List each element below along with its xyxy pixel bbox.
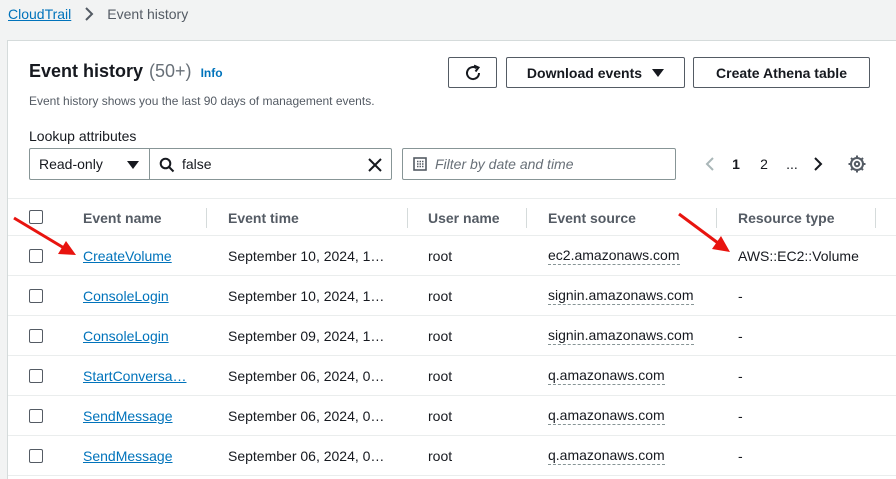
page-1[interactable]: 1 <box>722 156 750 172</box>
table-row[interactable]: ConsoleLogin September 09, 2024, 1… root… <box>8 316 896 356</box>
chevron-right-icon <box>81 6 97 22</box>
column-divider[interactable] <box>716 208 717 228</box>
breadcrumb: CloudTrail Event history <box>8 5 188 23</box>
event-name-link[interactable]: StartConversa… <box>83 368 186 384</box>
calendar-icon <box>413 157 427 174</box>
caret-down-icon <box>127 161 139 169</box>
page-2[interactable]: 2 <box>750 156 778 172</box>
user-name: root <box>428 328 453 344</box>
event-name-link[interactable]: SendMessage <box>83 408 173 424</box>
resource-type: - <box>738 328 743 344</box>
column-divider[interactable] <box>407 208 408 228</box>
date-filter-input[interactable]: Filter by date and time <box>402 148 676 180</box>
resource-type: AWS::EC2::Volume <box>738 248 859 264</box>
page-description: Event history shows you the last 90 days… <box>29 94 375 108</box>
refresh-button[interactable] <box>448 57 497 88</box>
page-title: Event history (50+) Info <box>29 61 223 82</box>
event-time: September 10, 2024, 1… <box>228 288 385 304</box>
resource-type: - <box>738 448 743 464</box>
event-time: September 06, 2024, 0… <box>228 368 385 384</box>
event-source[interactable]: signin.amazonaws.com <box>548 327 694 345</box>
row-checkbox[interactable] <box>29 449 43 463</box>
caret-down-icon <box>652 68 665 77</box>
resource-type: - <box>738 408 743 424</box>
table-row[interactable]: SendMessage September 06, 2024, 0… root … <box>8 436 896 476</box>
settings-gear-icon[interactable] <box>847 154 867 179</box>
table-row[interactable]: StartConversa… September 06, 2024, 0… ro… <box>8 356 896 396</box>
download-events-button[interactable]: Download events <box>506 57 685 88</box>
row-checkbox[interactable] <box>29 249 43 263</box>
lookup-value-text: false <box>182 156 212 172</box>
user-name: root <box>428 288 453 304</box>
col-resource-type[interactable]: Resource type <box>738 199 834 236</box>
event-time: September 09, 2024, 1… <box>228 328 385 344</box>
page-ellipsis: ... <box>786 156 798 172</box>
user-name: root <box>428 408 453 424</box>
info-link[interactable]: Info <box>201 66 223 80</box>
event-source[interactable]: ec2.amazonaws.com <box>548 247 680 265</box>
column-divider[interactable] <box>875 208 876 228</box>
event-time: September 10, 2024, 1… <box>228 248 385 264</box>
col-event-name[interactable]: Event name <box>83 199 162 236</box>
chevron-right-icon[interactable] <box>806 152 830 176</box>
event-name-link[interactable]: CreateVolume <box>83 248 172 264</box>
search-icon <box>159 157 175 176</box>
pagination: 1 2 ... <box>698 152 830 176</box>
row-checkbox[interactable] <box>29 329 43 343</box>
create-athena-table-button[interactable]: Create Athena table <box>693 57 870 88</box>
event-time: September 06, 2024, 0… <box>228 408 385 424</box>
lookup-value-input[interactable]: false <box>149 148 392 180</box>
user-name: root <box>428 368 453 384</box>
table-row[interactable]: CreateVolume September 10, 2024, 1… root… <box>8 236 896 276</box>
event-name-link[interactable]: ConsoleLogin <box>83 288 169 304</box>
chevron-left-icon[interactable] <box>698 152 722 176</box>
lookup-attributes-label: Lookup attributes <box>29 128 137 144</box>
event-source[interactable]: signin.amazonaws.com <box>548 287 694 305</box>
breadcrumb-current: Event history <box>107 6 189 22</box>
event-name-link[interactable]: SendMessage <box>83 448 173 464</box>
lookup-attribute-select[interactable]: Read-only <box>29 148 150 180</box>
column-divider[interactable] <box>526 208 527 228</box>
lookup-attribute-value: Read-only <box>39 156 103 172</box>
table-row[interactable]: ConsoleLogin September 10, 2024, 1… root… <box>8 276 896 316</box>
resource-type: - <box>738 288 743 304</box>
user-name: root <box>428 448 453 464</box>
col-user-name[interactable]: User name <box>428 199 500 236</box>
event-source[interactable]: q.amazonaws.com <box>548 447 665 465</box>
event-source[interactable]: q.amazonaws.com <box>548 367 665 385</box>
download-events-label: Download events <box>526 64 643 81</box>
col-event-time[interactable]: Event time <box>228 199 299 236</box>
user-name: root <box>428 248 453 264</box>
row-checkbox[interactable] <box>29 409 43 423</box>
col-event-source[interactable]: Event source <box>548 199 636 236</box>
event-history-panel: Event history (50+) Info Event history s… <box>7 40 896 479</box>
event-name-link[interactable]: ConsoleLogin <box>83 328 169 344</box>
event-source[interactable]: q.amazonaws.com <box>548 407 665 425</box>
row-checkbox[interactable] <box>29 289 43 303</box>
breadcrumb-cloudtrail-link[interactable]: CloudTrail <box>8 6 71 22</box>
refresh-icon <box>465 64 480 80</box>
clear-icon[interactable] <box>367 157 383 176</box>
event-count: (50+) <box>149 61 192 81</box>
date-filter-placeholder: Filter by date and time <box>435 156 574 172</box>
select-all-checkbox[interactable] <box>29 210 43 224</box>
event-time: September 06, 2024, 0… <box>228 448 385 464</box>
table-header: Event name Event time User name Event so… <box>8 198 896 236</box>
column-divider[interactable] <box>206 208 207 228</box>
table-row[interactable]: SendMessage September 06, 2024, 0… root … <box>8 396 896 436</box>
title-text: Event history <box>29 61 144 81</box>
row-checkbox[interactable] <box>29 369 43 383</box>
resource-type: - <box>738 368 743 384</box>
